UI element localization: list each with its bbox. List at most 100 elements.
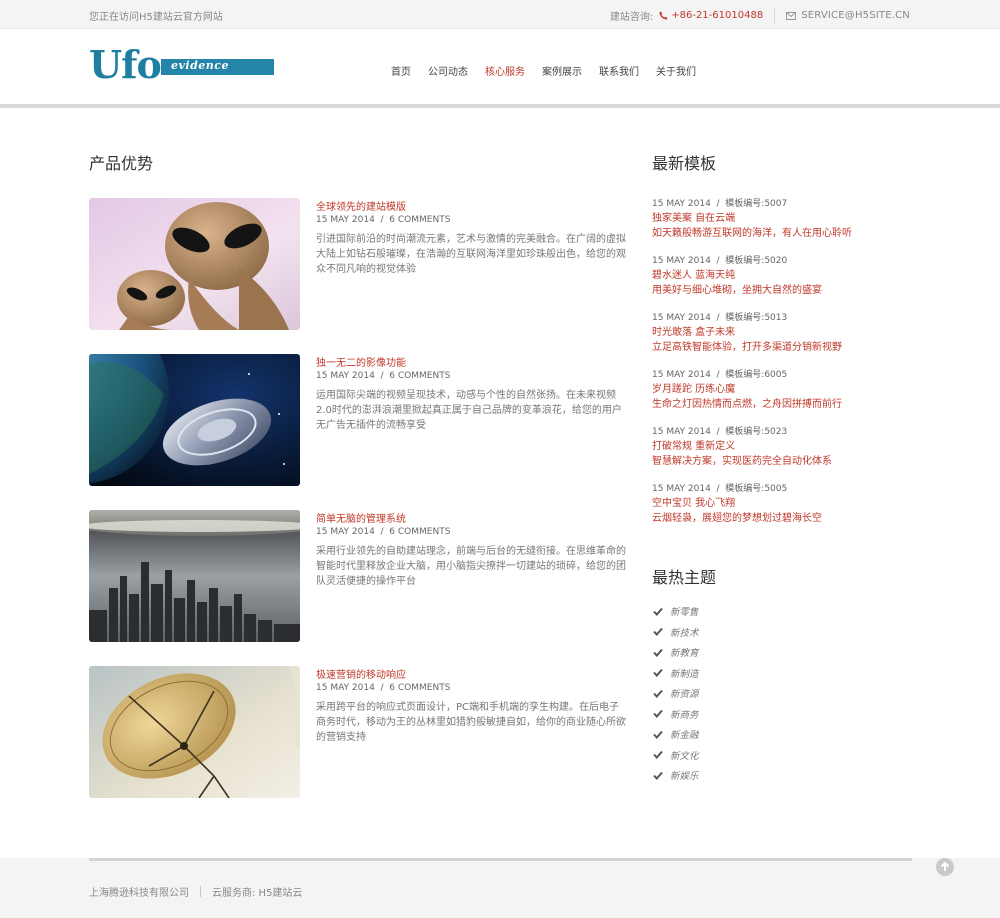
template-date: 15 MAY 2014 — [652, 313, 711, 323]
template-list: 15 MAY 2014 / 模板编号:5007 独家美案 自在云端 如天籁般畅游… — [652, 196, 912, 538]
templates-title: 最新模板 — [652, 154, 717, 173]
post-description: 运用国际尖端的视频呈现技术，动感与个性的自然张扬。在未来视频2.0时代的澎湃浪潮… — [316, 390, 622, 431]
topic-label: 新娱乐 — [670, 771, 699, 783]
template-headline[interactable]: 打破常规 重新定义 — [652, 439, 912, 454]
phone-number: +86-21-61010488 — [671, 10, 764, 21]
template-subline[interactable]: 智慧解决方案，实现医药完全自动化体系 — [652, 454, 912, 469]
site-logo[interactable]: Ufo evidence — [89, 45, 275, 85]
arrow-up-icon — [940, 862, 950, 871]
template-meta: 15 MAY 2014 / 模板编号:5023 — [652, 427, 788, 437]
template-meta: 15 MAY 2014 / 模板编号:6005 — [652, 370, 788, 380]
template-item: 15 MAY 2014 / 模板编号:5007 独家美案 自在云端 如天籁般畅游… — [652, 196, 912, 241]
template-meta: 15 MAY 2014 / 模板编号:5013 — [652, 313, 788, 323]
post-date: 15 MAY 2014 — [316, 683, 375, 693]
template-meta: 15 MAY 2014 / 模板编号:5007 — [652, 199, 788, 209]
check-icon — [653, 730, 663, 739]
topic-label: 新金融 — [670, 730, 699, 742]
topic-item[interactable]: 新金融 — [653, 724, 699, 745]
post-title[interactable]: 独一无二的影像功能 — [316, 354, 406, 369]
topic-label: 新制造 — [670, 668, 699, 680]
template-headline[interactable]: 独家美案 自在云端 — [652, 211, 912, 226]
phone-icon — [659, 11, 668, 20]
check-icon — [653, 771, 663, 780]
topic-item[interactable]: 新资源 — [653, 683, 699, 704]
template-subline[interactable]: 用美好与细心堆砌，坐拥大自然的盛宴 — [652, 283, 912, 298]
nav-item-services[interactable]: 核心服务 — [485, 63, 525, 78]
template-headline[interactable]: 岁月蹉跎 历练心魔 — [652, 382, 912, 397]
template-headline[interactable]: 碧水迷人 蓝海天纯 — [652, 268, 912, 283]
topic-item[interactable]: 新零售 — [653, 601, 699, 622]
post-description: 引进国际前沿的时尚潮流元素，艺术与激情的完美融合。在广阔的虚拟大陆上如钻石般璀璨… — [316, 234, 626, 275]
template-code: 模板编号:5020 — [725, 256, 788, 266]
topic-item[interactable]: 新技术 — [653, 622, 699, 643]
post-comments[interactable]: 6 COMMENTS — [389, 215, 450, 225]
post-comments[interactable]: 6 COMMENTS — [389, 527, 450, 537]
nav-item-home[interactable]: 首页 — [391, 63, 411, 78]
template-code: 模板编号:6005 — [725, 370, 788, 380]
check-icon — [653, 669, 663, 678]
post-date: 15 MAY 2014 — [316, 215, 375, 225]
template-date: 15 MAY 2014 — [652, 370, 711, 380]
nav-item-cases[interactable]: 案例展示 — [542, 63, 582, 78]
topics-title: 最热主题 — [652, 568, 717, 587]
template-subline[interactable]: 如天籁般畅游互联网的海洋，有人在用心聆听 — [652, 226, 912, 241]
topic-item[interactable]: 新制造 — [653, 663, 699, 684]
template-date: 15 MAY 2014 — [652, 427, 711, 437]
post-date: 15 MAY 2014 — [316, 527, 375, 537]
post-meta: 15 MAY 2014 / 6 COMMENTS — [316, 215, 451, 225]
footer-provider[interactable]: 云服务商: H5建站云 — [212, 884, 302, 899]
topic-label: 新技术 — [670, 627, 699, 639]
template-date: 15 MAY 2014 — [652, 484, 711, 494]
template-code: 模板编号:5013 — [725, 313, 788, 323]
top-bar: 您正在访问H5建站云官方网站 建站咨询: +86-21-61010488 SER… — [0, 0, 1000, 29]
post-date: 15 MAY 2014 — [316, 371, 375, 381]
post-title[interactable]: 简单无脑的管理系统 — [316, 510, 406, 525]
satellite-dish-image[interactable] — [89, 666, 300, 798]
template-subline[interactable]: 生命之灯因热情而点燃，之舟因拼搏而前行 — [652, 397, 912, 412]
footer-company: 上海腾逊科技有限公司 — [89, 888, 189, 899]
template-meta: 15 MAY 2014 / 模板编号:5020 — [652, 256, 788, 266]
city-image[interactable] — [89, 510, 300, 642]
post-comments[interactable]: 6 COMMENTS — [389, 683, 450, 693]
site-header: Ufo evidence 首页 公司动态 核心服务 案例展示 联系我们 关于我们 — [0, 29, 1000, 108]
ufo-space-image[interactable] — [89, 354, 300, 486]
post-item: 极速营销的移动响应 15 MAY 2014 / 6 COMMENTS 采用跨平台… — [89, 666, 629, 798]
topic-label: 新文化 — [670, 750, 699, 762]
nav-item-news[interactable]: 公司动态 — [428, 63, 468, 78]
back-to-top-button[interactable] — [936, 858, 954, 876]
post-description: 采用行业领先的自助建站理念，前端与后台的无缝衔接。在思维革命的智能时代里释放企业… — [316, 546, 626, 587]
template-item: 15 MAY 2014 / 模板编号:5023 打破常规 重新定义 智慧解决方案… — [652, 424, 912, 469]
template-date: 15 MAY 2014 — [652, 256, 711, 266]
post-meta: 15 MAY 2014 / 6 COMMENTS — [316, 683, 451, 693]
topic-item[interactable]: 新文化 — [653, 745, 699, 766]
topic-item[interactable]: 新教育 — [653, 642, 699, 663]
topic-label: 新商务 — [670, 709, 699, 721]
template-headline[interactable]: 空中宝贝 我心飞翔 — [652, 496, 912, 511]
topic-item[interactable]: 新娱乐 — [653, 765, 699, 786]
post-item: 全球领先的建站模版 15 MAY 2014 / 6 COMMENTS 引进国际前… — [89, 198, 629, 330]
post-item: 独一无二的影像功能 15 MAY 2014 / 6 COMMENTS 运用国际尖… — [89, 354, 629, 486]
site-footer: 上海腾逊科技有限公司 云服务商: H5建站云 — [0, 858, 1000, 918]
template-meta: 15 MAY 2014 / 模板编号:5005 — [652, 484, 788, 494]
main-nav: 首页 公司动态 核心服务 案例展示 联系我们 关于我们 — [391, 63, 713, 78]
post-meta: 15 MAY 2014 / 6 COMMENTS — [316, 527, 451, 537]
post-title[interactable]: 极速营销的移动响应 — [316, 666, 406, 681]
email-link[interactable]: SERVICE@H5SITE.CN — [786, 10, 910, 21]
phone-link[interactable]: +86-21-61010488 — [659, 10, 763, 21]
nav-item-contact[interactable]: 联系我们 — [599, 63, 639, 78]
topic-label: 新零售 — [670, 607, 699, 619]
template-headline[interactable]: 时光敢落 盒子未来 — [652, 325, 912, 340]
post-title[interactable]: 全球领先的建站模版 — [316, 198, 406, 213]
post-comments[interactable]: 6 COMMENTS — [389, 371, 450, 381]
envelope-icon — [786, 11, 797, 20]
logo-band: evidence — [161, 59, 274, 75]
template-subline[interactable]: 立足高铁智能体验，打开多渠道分销新视野 — [652, 340, 912, 355]
nav-item-about[interactable]: 关于我们 — [656, 63, 696, 78]
check-icon — [653, 689, 663, 698]
welcome-text: 您正在访问H5建站云官方网站 — [89, 12, 223, 23]
check-icon — [653, 751, 663, 760]
template-code: 模板编号:5005 — [725, 484, 788, 494]
topic-item[interactable]: 新商务 — [653, 704, 699, 725]
template-subline[interactable]: 云烟轻袅，展翅您的梦想划过碧海长空 — [652, 511, 912, 526]
alien-image[interactable] — [89, 198, 300, 330]
